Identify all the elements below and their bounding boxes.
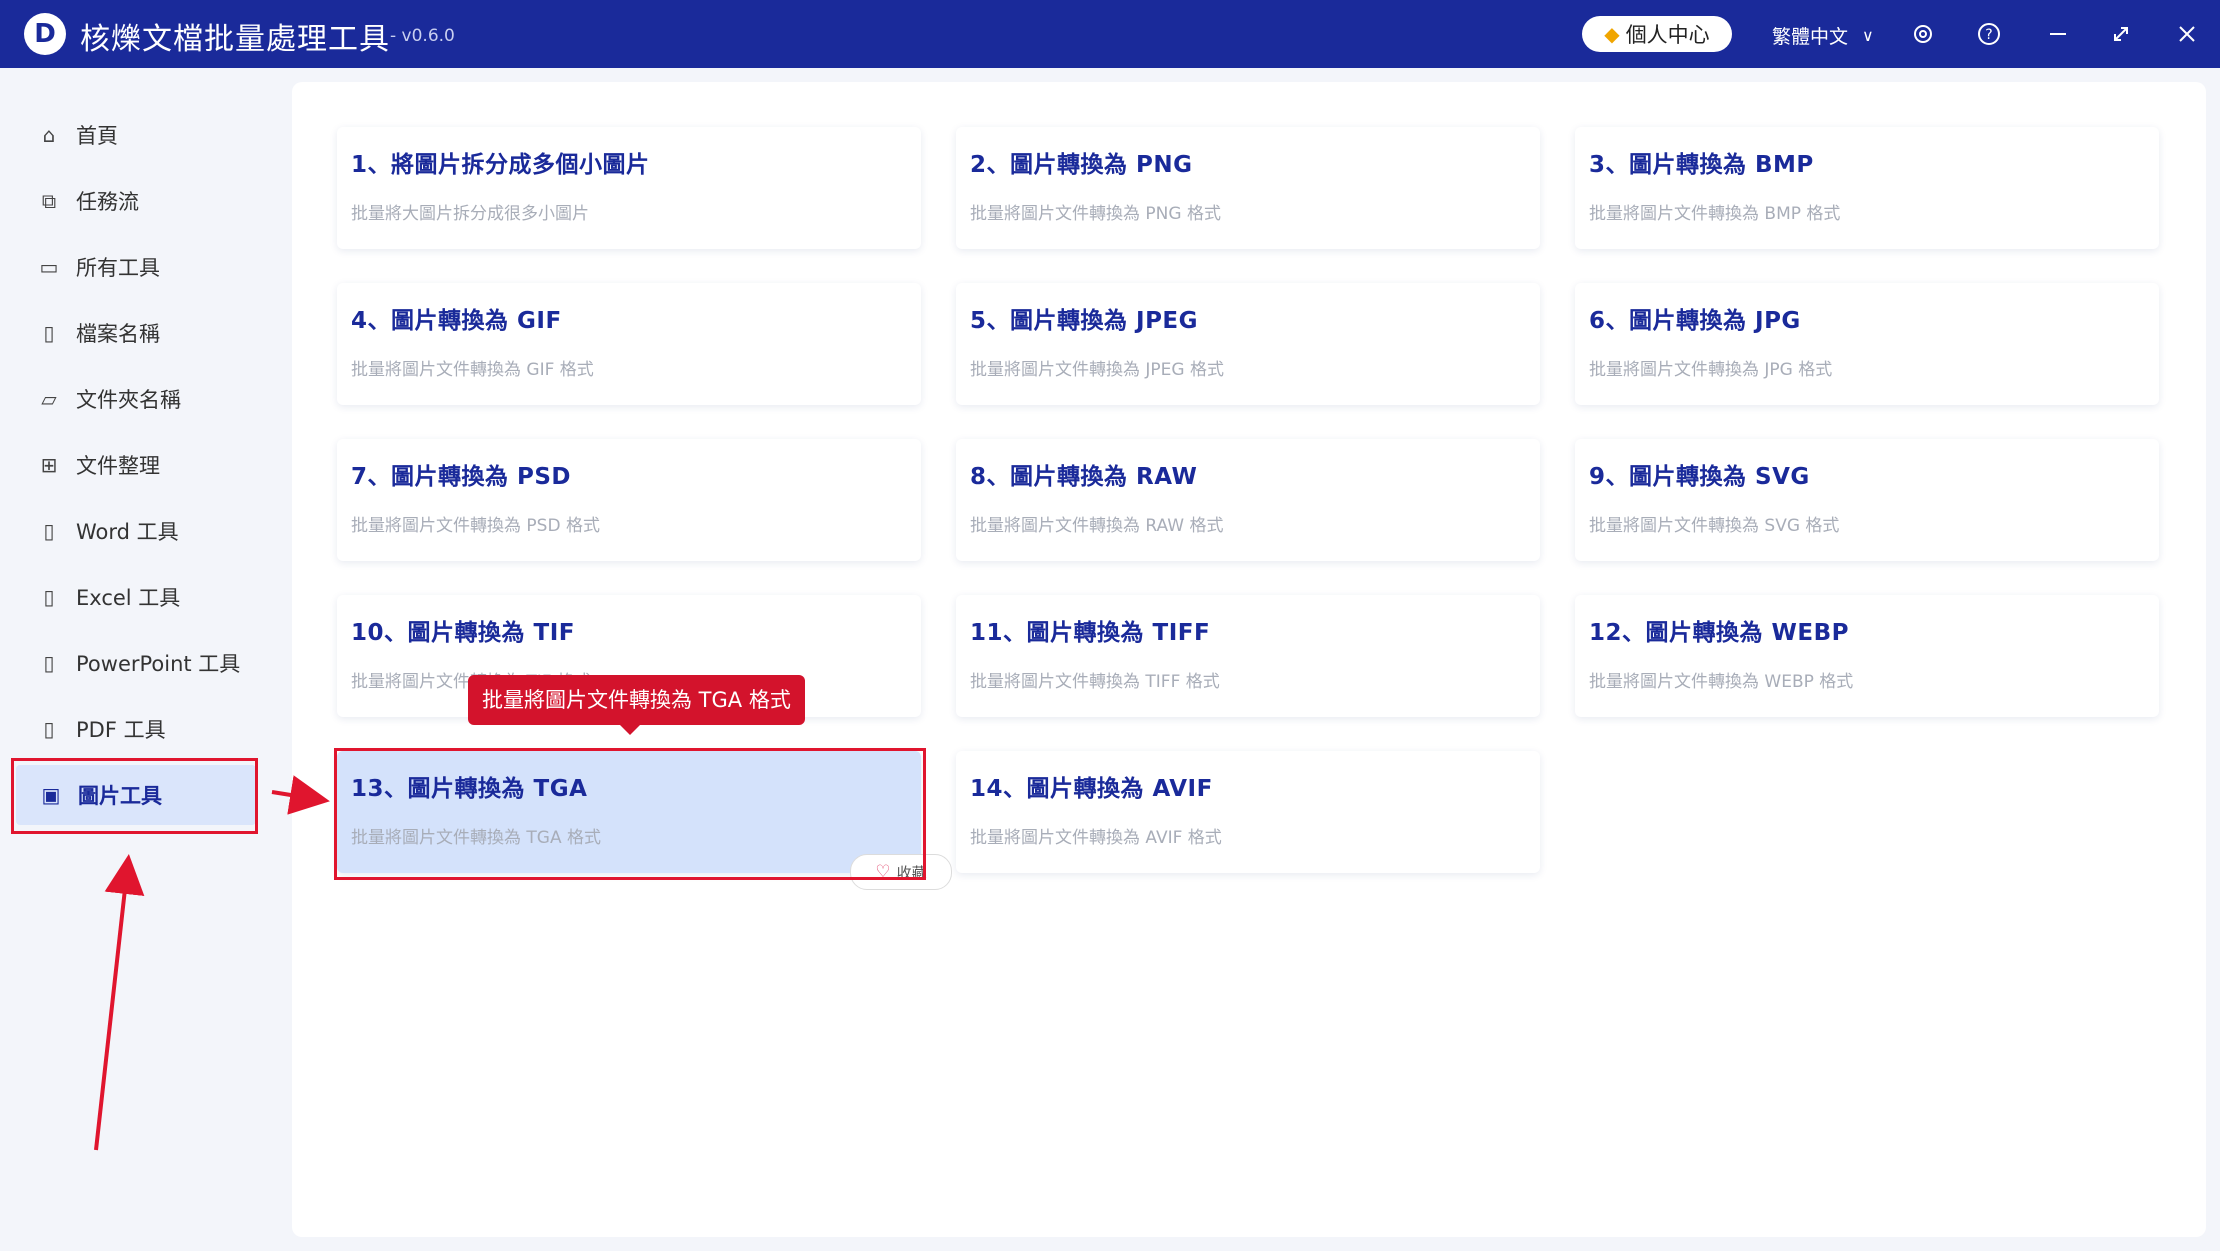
file-icon: ▯	[43, 321, 55, 345]
minimize-icon[interactable]	[2038, 14, 2078, 54]
sidebar-item-file-name[interactable]: ▯ 檔案名稱	[36, 303, 266, 363]
tool-card-title: 9、圖片轉換為 SVG	[1589, 464, 1810, 490]
help-icon[interactable]: ?	[1969, 14, 2009, 54]
tool-card[interactable]: 3、圖片轉換為 BMP 批量將圖片文件轉換為 BMP 格式	[1575, 127, 2159, 249]
favorite-button[interactable]: ♡ 收藏	[850, 854, 952, 890]
tool-card-desc: 批量將圖片文件轉換為 JPEG 格式	[970, 360, 1224, 380]
sidebar-item-label: PDF 工具	[76, 718, 166, 742]
tool-card-title: 2、圖片轉換為 PNG	[970, 152, 1193, 178]
tool-card-desc: 批量將圖片文件轉換為 WEBP 格式	[1589, 672, 1854, 692]
tool-card-title: 4、圖片轉換為 GIF	[351, 308, 562, 334]
sidebar-item-label: 檔案名稱	[76, 322, 160, 346]
app-title: 核爍文檔批量處理工具	[80, 22, 390, 57]
tool-card-desc: 批量將圖片文件轉換為 GIF 格式	[351, 360, 594, 380]
tool-card-title: 7、圖片轉換為 PSD	[351, 464, 572, 490]
language-select[interactable]: 繁體中文 ∨	[1772, 22, 1874, 49]
workflow-icon: ⧉	[41, 189, 57, 213]
tool-card[interactable]: 2、圖片轉換為 PNG 批量將圖片文件轉換為 PNG 格式	[956, 127, 1540, 249]
tool-card[interactable]: 14、圖片轉換為 AVIF 批量將圖片文件轉換為 AVIF 格式	[956, 751, 1540, 873]
sidebar-item-organize[interactable]: ⊞ 文件整理	[36, 435, 266, 495]
tool-card-title: 12、圖片轉換為 WEBP	[1589, 620, 1849, 646]
tool-card-title: 6、圖片轉換為 JPG	[1589, 308, 1801, 334]
sidebar-item-label: Word 工具	[76, 520, 179, 544]
tool-card-title: 5、圖片轉換為 JPEG	[970, 308, 1199, 334]
language-label: 繁體中文	[1772, 26, 1849, 48]
tool-card[interactable]: 5、圖片轉換為 JPEG 批量將圖片文件轉換為 JPEG 格式	[956, 283, 1540, 405]
tool-card[interactable]: 6、圖片轉換為 JPG 批量將圖片文件轉換為 JPG 格式	[1575, 283, 2159, 405]
tool-card-desc: 批量將圖片文件轉換為 RAW 格式	[970, 516, 1224, 536]
tool-card-title: 14、圖片轉換為 AVIF	[970, 776, 1213, 802]
maximize-icon[interactable]	[2101, 14, 2141, 54]
sidebar-item-label: 文件整理	[76, 454, 160, 478]
tool-card-desc: 批量將圖片文件轉換為 AVIF 格式	[970, 828, 1222, 848]
heart-icon: ♡	[875, 862, 891, 882]
sidebar-item-workflow[interactable]: ⧉ 任務流	[36, 171, 266, 231]
folder-icon: ▱	[41, 387, 57, 411]
home-icon: ⌂	[42, 123, 56, 147]
sidebar-item-label: 圖片工具	[78, 784, 162, 808]
vip-diamond-icon: ◆	[1604, 22, 1620, 46]
sidebar-item-word[interactable]: ▯ Word 工具	[36, 501, 266, 561]
tool-card-desc: 批量將圖片文件轉換為 TIFF 格式	[970, 672, 1220, 692]
sidebar-item-folder-name[interactable]: ▱ 文件夾名稱	[36, 369, 266, 429]
sidebar-item-label: 首頁	[76, 124, 118, 148]
tool-card-desc: 批量將圖片文件轉換為 SVG 格式	[1589, 516, 1840, 536]
tool-card-desc: 批量將圖片文件轉換為 PNG 格式	[970, 204, 1221, 224]
favorite-label: 收藏	[896, 863, 927, 882]
organize-icon: ⊞	[40, 453, 58, 477]
sidebar-item-image-tools[interactable]: ▣ 圖片工具	[16, 765, 256, 825]
tool-card[interactable]: 8、圖片轉換為 RAW 批量將圖片文件轉換為 RAW 格式	[956, 439, 1540, 561]
tooltip: 批量將圖片文件轉換為 TGA 格式	[468, 675, 805, 735]
sidebar-item-all-tools[interactable]: ▭ 所有工具	[36, 237, 266, 297]
tool-card-desc: 批量將圖片文件轉換為 JPG 格式	[1589, 360, 1833, 380]
sidebar-item-label: 所有工具	[76, 256, 160, 280]
tool-card-title: 1、將圖片拆分成多個小圖片	[351, 152, 650, 178]
sidebar-item-label: PowerPoint 工具	[76, 652, 241, 676]
word-icon: ▯	[43, 519, 55, 543]
image-icon: ▣	[41, 783, 61, 807]
sidebar-item-label: 任務流	[76, 190, 139, 214]
close-icon[interactable]	[2167, 14, 2207, 54]
tool-card-title: 11、圖片轉換為 TIFF	[970, 620, 1211, 646]
tool-card-title: 8、圖片轉換為 RAW	[970, 464, 1198, 490]
tool-card-desc: 批量將圖片文件轉換為 BMP 格式	[1589, 204, 1841, 224]
sidebar-item-label: Excel 工具	[76, 586, 181, 610]
title-bar: D 核爍文檔批量處理工具 - v0.6.0 ◆ 個人中心 繁體中文 ∨ ?	[0, 0, 2220, 68]
chevron-down-icon: ∨	[1862, 26, 1874, 45]
sidebar-item-home[interactable]: ⌂ 首頁	[36, 105, 266, 165]
tool-card-title: 13、圖片轉換為 TGA	[351, 776, 588, 802]
tool-card-desc: 批量將圖片文件轉換為 TGA 格式	[351, 828, 601, 848]
tool-card-desc: 批量將圖片文件轉換為 PSD 格式	[351, 516, 600, 536]
svg-text:?: ?	[1985, 27, 1992, 43]
sidebar-item-powerpoint[interactable]: ▯ PowerPoint 工具	[36, 633, 266, 693]
tool-card[interactable]: 7、圖片轉換為 PSD 批量將圖片文件轉換為 PSD 格式	[337, 439, 921, 561]
tool-card-title: 3、圖片轉換為 BMP	[1589, 152, 1814, 178]
monitor-icon: ▭	[39, 255, 59, 279]
tool-card[interactable]: 12、圖片轉換為 WEBP 批量將圖片文件轉換為 WEBP 格式	[1575, 595, 2159, 717]
sidebar-item-excel[interactable]: ▯ Excel 工具	[36, 567, 266, 627]
sidebar: ⌂ 首頁 ⧉ 任務流 ▭ 所有工具 ▯ 檔案名稱 ▱ 文件夾名稱 ⊞ 文件整理 …	[4, 72, 283, 1247]
tool-card[interactable]: 1、將圖片拆分成多個小圖片 批量將大圖片拆分成很多小圖片	[337, 127, 921, 249]
tool-card[interactable]: 11、圖片轉換為 TIFF 批量將圖片文件轉換為 TIFF 格式	[956, 595, 1540, 717]
app-logo: D	[24, 13, 66, 55]
gear-icon[interactable]	[1903, 14, 1943, 54]
user-center-label: 個人中心	[1625, 23, 1710, 47]
user-center-button[interactable]: ◆ 個人中心	[1582, 16, 1732, 52]
tool-card-selected[interactable]: 13、圖片轉換為 TGA 批量將圖片文件轉換為 TGA 格式	[337, 751, 921, 873]
tool-card-title: 10、圖片轉換為 TIF	[351, 620, 575, 646]
sidebar-item-pdf[interactable]: ▯ PDF 工具	[36, 699, 266, 759]
tool-card-desc: 批量將大圖片拆分成很多小圖片	[351, 204, 589, 224]
tool-card[interactable]: 4、圖片轉換為 GIF 批量將圖片文件轉換為 GIF 格式	[337, 283, 921, 405]
sidebar-item-label: 文件夾名稱	[76, 388, 181, 412]
app-version: - v0.6.0	[390, 26, 455, 46]
tool-card[interactable]: 9、圖片轉換為 SVG 批量將圖片文件轉換為 SVG 格式	[1575, 439, 2159, 561]
pdf-icon: ▯	[43, 717, 55, 741]
ppt-icon: ▯	[43, 651, 55, 675]
excel-icon: ▯	[43, 585, 55, 609]
